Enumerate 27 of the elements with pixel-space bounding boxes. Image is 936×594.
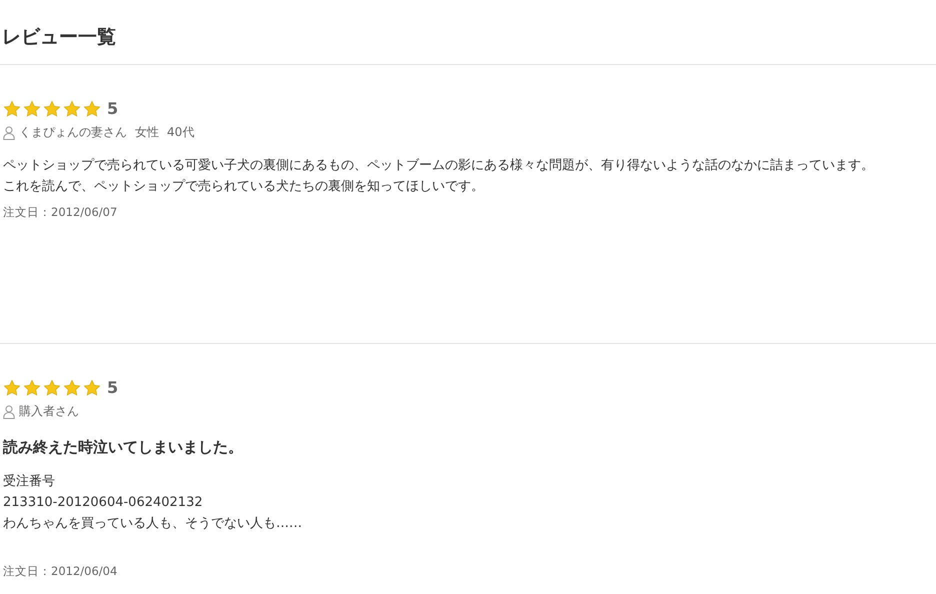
star-icon: [43, 378, 61, 396]
review-text: これを読んで、ペットショップで売られている犬たちの裏側を知ってほしいです。: [3, 178, 485, 196]
reviewer-info: 女性: [135, 124, 159, 141]
user-icon: [3, 126, 15, 140]
star-icon: [23, 100, 41, 118]
star-icon: [23, 378, 41, 396]
reviewer-info: くまぴょんの妻さん: [19, 124, 127, 141]
rating-value: 5: [107, 99, 118, 118]
order-date: 注文日：2012/06/07: [3, 205, 118, 220]
star-icon: [43, 100, 61, 118]
review-text: 213310-20120604-062402132: [3, 494, 204, 512]
star-icon: [83, 100, 101, 118]
review-text: 受注番号: [3, 473, 56, 491]
star-icon: [3, 378, 21, 396]
rating-value: 5: [107, 378, 118, 397]
user-icon: [3, 404, 15, 418]
star-icon: [63, 100, 81, 118]
page-heading: レビュー一覧: [0, 0, 936, 65]
review-text: ペットショップで売られている可愛い子犬の裏側にあるもの、ペットブームの影にある様々な問題が、有り得ないような話のなかに詰まっています。: [3, 157, 875, 175]
review-text: わんちゃんを買っている人も、そうでない人も‥‥‥: [3, 515, 304, 533]
reviewer-info: 40代: [167, 124, 194, 141]
order-date: 注文日：2012/06/04: [3, 564, 118, 579]
reviewer-info: 購入者さん: [19, 403, 79, 420]
star-icon: [3, 100, 21, 118]
review-title: 読み終えた時泣いてしまいました。: [3, 438, 244, 457]
star-icon: [83, 378, 101, 396]
star-icon: [63, 378, 81, 396]
